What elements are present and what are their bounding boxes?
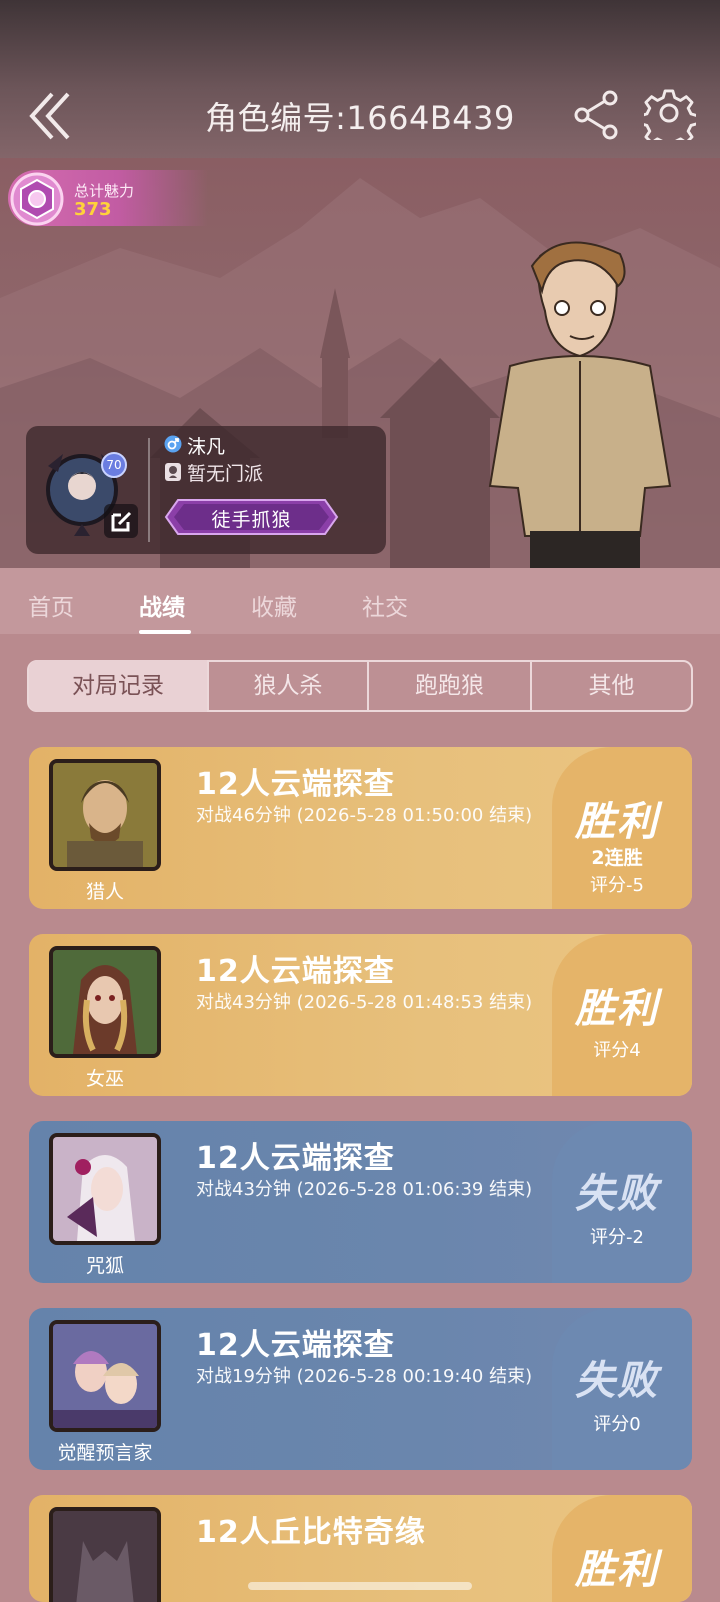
match-result: 失败 [575, 1358, 659, 1404]
role-portrait-witch [49, 946, 161, 1058]
tab-records[interactable]: 战绩 [139, 588, 185, 622]
charm-label: 总计魅力 [74, 182, 135, 200]
tab-home[interactable]: 首页 [28, 588, 74, 622]
role-name: 猎人 [85, 881, 124, 903]
segment-match-history[interactable]: 对局记录 [29, 660, 207, 712]
gear-icon[interactable] [644, 88, 696, 140]
match-result: 胜利 [575, 1547, 659, 1593]
match-duration: 对战43分钟 (2026-5-28 01:48:53 结束) [196, 992, 533, 1013]
game-mode: 12人丘比特奇缘 [196, 1515, 426, 1550]
role-portrait-curse-fox [49, 1133, 161, 1245]
rose-emblem-icon [10, 172, 64, 226]
charm-value: 373 [74, 199, 112, 220]
match-record[interactable]: 觉醒预言家 12人云端探查 对战19分钟 (2026-5-28 00:19:40… [29, 1308, 692, 1470]
title-badge-label: 徒手抓狼 [211, 509, 292, 531]
home-indicator[interactable] [248, 1582, 472, 1590]
match-duration: 对战43分钟 (2026-5-28 01:06:39 结束) [196, 1179, 533, 1200]
role-portrait-wolf [49, 1507, 161, 1602]
role-name: 咒狐 [85, 1255, 124, 1277]
match-record[interactable]: 女巫 12人云端探查 对战43分钟 (2026-5-28 01:48:53 结束… [29, 934, 692, 1096]
role-name: 觉醒预言家 [57, 1442, 153, 1464]
tab-social[interactable]: 社交 [362, 588, 408, 622]
match-record[interactable]: 咒狐 12人云端探查 对战43分钟 (2026-5-28 01:06:39 结束… [29, 1121, 692, 1283]
segment-runaway-wolf[interactable]: 跑跑狼 [369, 660, 530, 712]
match-duration: 对战46分钟 (2026-5-28 01:50:00 结束) [196, 805, 533, 826]
level-badge: 70 [101, 452, 127, 478]
tab-collection[interactable]: 收藏 [251, 588, 297, 622]
match-score: 评分4 [593, 1040, 641, 1061]
match-score: 评分-2 [590, 1227, 644, 1248]
role-portrait-awakened-seer [49, 1320, 161, 1432]
match-score: 评分-5 [590, 875, 644, 896]
active-tab-indicator [139, 630, 191, 634]
character-illustration [488, 241, 672, 568]
card-divider [148, 438, 150, 542]
role-name: 女巫 [85, 1068, 124, 1090]
app-header: 角色编号:1664B439 [0, 0, 720, 160]
game-mode: 12人云端探查 [196, 1328, 395, 1363]
share-icon[interactable] [574, 90, 624, 140]
edit-icon [111, 511, 132, 532]
game-mode: 12人云端探查 [196, 767, 395, 802]
faction-icon [165, 463, 181, 481]
win-streak: 2连胜 [591, 847, 643, 869]
match-result: 失败 [575, 1171, 659, 1217]
match-record[interactable]: 猎人 12人云端探查 对战46分钟 (2026-5-28 01:50:00 结束… [29, 747, 692, 909]
match-duration: 对战19分钟 (2026-5-28 00:19:40 结束) [196, 1366, 533, 1387]
segment-other[interactable]: 其他 [532, 660, 691, 712]
match-score: 评分0 [593, 1414, 641, 1435]
tab-bar [0, 568, 720, 634]
game-mode: 12人云端探查 [196, 954, 395, 989]
game-mode: 12人云端探查 [196, 1141, 395, 1176]
role-portrait-hunter [49, 759, 161, 871]
edit-profile-button[interactable] [104, 504, 138, 538]
match-result: 胜利 [575, 799, 659, 845]
male-icon [164, 435, 182, 453]
segment-werewolf[interactable]: 狼人杀 [209, 660, 367, 712]
faction-label: 暂无门派 [187, 463, 264, 485]
match-result: 胜利 [575, 986, 659, 1032]
nickname: 沫凡 [187, 436, 226, 458]
